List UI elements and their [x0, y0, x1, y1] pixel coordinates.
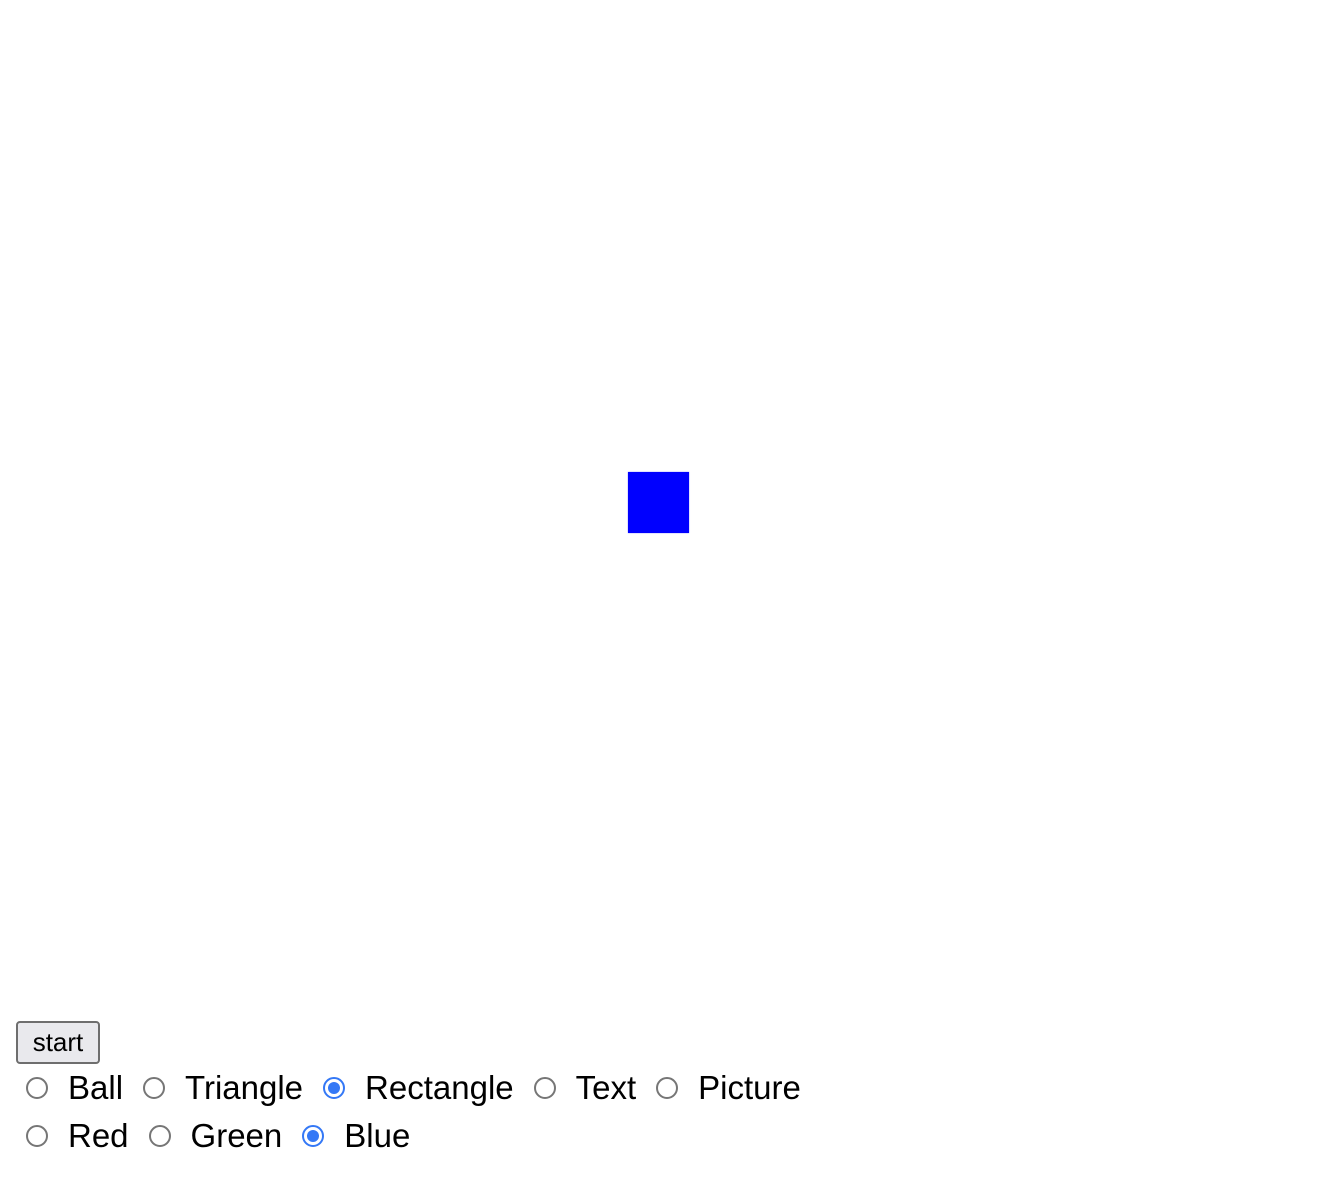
blue-label[interactable]: Blue	[344, 1116, 410, 1156]
shape-option-rectangle[interactable]: Rectangle	[323, 1068, 514, 1108]
shape-option-picture[interactable]: Picture	[656, 1068, 801, 1108]
shape-option-triangle[interactable]: Triangle	[143, 1068, 303, 1108]
rectangle-label[interactable]: Rectangle	[365, 1068, 514, 1108]
red-label[interactable]: Red	[68, 1116, 129, 1156]
ball-label[interactable]: Ball	[68, 1068, 123, 1108]
blue-rectangle-shape	[628, 472, 689, 533]
green-radio[interactable]	[148, 1125, 171, 1147]
shape-radio-group: Ball Triangle Rectangle Text Picture	[26, 1068, 821, 1108]
rectangle-radio[interactable]	[323, 1077, 346, 1099]
color-option-red[interactable]: Red	[26, 1116, 129, 1156]
picture-label[interactable]: Picture	[698, 1068, 801, 1108]
red-radio[interactable]	[26, 1125, 48, 1147]
start-button[interactable]: start	[16, 1021, 100, 1064]
picture-radio[interactable]	[656, 1077, 679, 1099]
drawing-canvas	[0, 0, 1338, 1010]
text-label[interactable]: Text	[576, 1068, 637, 1108]
color-radio-group: Red Green Blue	[26, 1116, 430, 1156]
blue-radio[interactable]	[302, 1125, 325, 1147]
triangle-radio[interactable]	[143, 1077, 166, 1099]
shape-option-text[interactable]: Text	[533, 1068, 637, 1108]
green-label[interactable]: Green	[191, 1116, 283, 1156]
color-option-green[interactable]: Green	[148, 1116, 283, 1156]
color-option-blue[interactable]: Blue	[302, 1116, 410, 1156]
text-radio[interactable]	[533, 1077, 556, 1099]
ball-radio[interactable]	[26, 1077, 48, 1099]
triangle-label[interactable]: Triangle	[185, 1068, 303, 1108]
shape-option-ball[interactable]: Ball	[26, 1068, 123, 1108]
